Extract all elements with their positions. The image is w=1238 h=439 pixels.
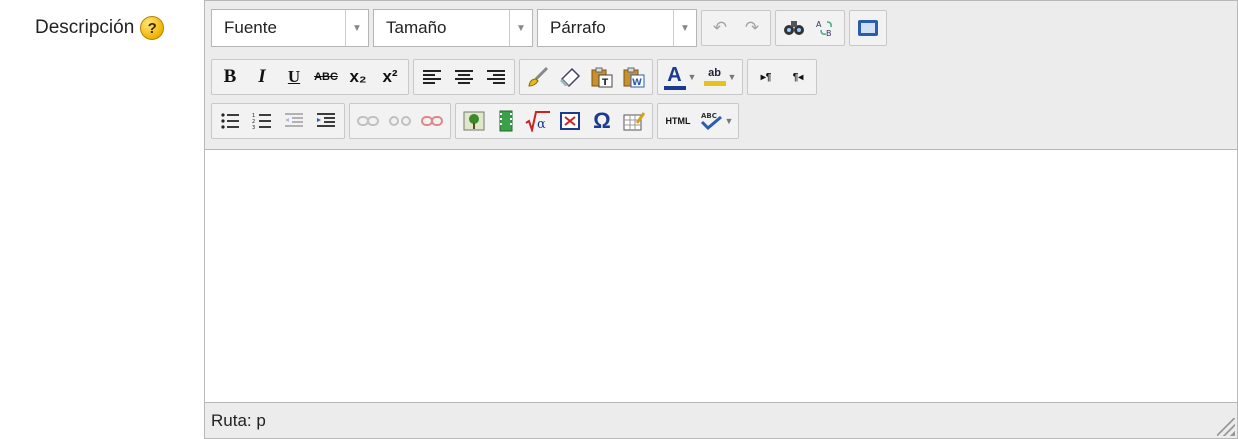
fullscreen-icon[interactable]: [853, 13, 883, 43]
outdent-icon[interactable]: [279, 106, 309, 136]
svg-text:W: W: [632, 78, 642, 88]
align-left-icon[interactable]: [417, 62, 447, 92]
chevron-down-icon[interactable]: ▼: [688, 72, 697, 82]
chevron-down-icon[interactable]: ▼: [725, 116, 734, 126]
svg-text:3: 3: [252, 125, 255, 130]
superscript-button[interactable]: x²: [375, 62, 405, 92]
insert-table-icon[interactable]: [619, 106, 649, 136]
chevron-down-icon: ▼: [345, 10, 368, 46]
insert-media-icon[interactable]: [491, 106, 521, 136]
spellcheck-button[interactable]: ABC ▼: [697, 106, 735, 136]
link-group: [349, 103, 451, 139]
toolbar-row-2: B I U ABC x₂ x² T W A ▼ ab ▼ ▸¶ ¶◂: [211, 59, 817, 95]
unlink-icon[interactable]: [385, 106, 415, 136]
insert-equation-icon[interactable]: α: [523, 106, 553, 136]
highlight-color-button[interactable]: ab ▼: [701, 62, 739, 92]
color-group: A ▼ ab ▼: [657, 59, 743, 95]
font-family-select[interactable]: Fuente ▼: [211, 9, 369, 47]
replace-icon[interactable]: AB: [811, 13, 841, 43]
bold-button[interactable]: B: [215, 62, 245, 92]
redo-icon[interactable]: ↷: [737, 13, 767, 43]
svg-text:α: α: [537, 117, 546, 132]
ltr-direction-icon[interactable]: ▸¶: [751, 62, 781, 92]
search-group: AB: [775, 10, 845, 46]
italic-button[interactable]: I: [247, 62, 277, 92]
special-char-icon[interactable]: Ω: [587, 106, 617, 136]
indent-icon[interactable]: [311, 106, 341, 136]
insert-image-icon[interactable]: [459, 106, 489, 136]
svg-text:B: B: [826, 29, 832, 38]
insert-group: α Ω: [455, 103, 653, 139]
svg-text:A: A: [816, 20, 822, 29]
text-style-group: B I U ABC x₂ x²: [211, 59, 409, 95]
anchor-icon[interactable]: [417, 106, 447, 136]
toolbar-row-3: 123 α Ω HTML ABC ▼: [211, 103, 739, 139]
resize-handle-icon[interactable]: [1217, 418, 1235, 436]
link-icon[interactable]: [353, 106, 383, 136]
history-group: ↶ ↷: [701, 10, 771, 46]
fullscreen-group: [849, 10, 887, 46]
numbered-list-icon[interactable]: 123: [247, 106, 277, 136]
paste-word-icon[interactable]: W: [619, 62, 649, 92]
underline-button[interactable]: U: [279, 62, 309, 92]
field-label: Descripción ?: [35, 16, 165, 40]
bullet-list-icon[interactable]: [215, 106, 245, 136]
direction-group: ▸¶ ¶◂: [747, 59, 817, 95]
align-group: [413, 59, 515, 95]
undo-icon[interactable]: ↶: [705, 13, 735, 43]
editor-toolbar: Fuente ▼ Tamaño ▼ Párrafo ▼ ↶ ↷ AB B I U…: [205, 1, 1237, 150]
clipboard-group: T W: [519, 59, 653, 95]
editor-content-area[interactable]: [205, 150, 1237, 402]
cleanup-brush-icon[interactable]: [523, 62, 553, 92]
chevron-down-icon: ▼: [509, 10, 532, 46]
chevron-down-icon: ▼: [673, 10, 696, 46]
font-size-select[interactable]: Tamaño ▼: [373, 9, 533, 47]
element-path: Ruta: p: [211, 410, 266, 430]
eraser-icon[interactable]: [555, 62, 585, 92]
description-label: Descripción: [35, 17, 135, 38]
align-right-icon[interactable]: [481, 62, 511, 92]
paste-text-icon[interactable]: T: [587, 62, 617, 92]
toolbar-row-1: Fuente ▼ Tamaño ▼ Párrafo ▼ ↶ ↷ AB: [211, 9, 887, 47]
svg-text:T: T: [602, 78, 609, 88]
list-group: 123: [211, 103, 345, 139]
rich-text-editor: Fuente ▼ Tamaño ▼ Párrafo ▼ ↶ ↷ AB B I U…: [204, 0, 1238, 439]
rtl-direction-icon[interactable]: ¶◂: [783, 62, 813, 92]
subscript-button[interactable]: x₂: [343, 62, 373, 92]
find-icon[interactable]: [779, 13, 809, 43]
strikethrough-button[interactable]: ABC: [311, 62, 341, 92]
text-color-button[interactable]: A ▼: [661, 62, 699, 92]
nolink-icon[interactable]: [555, 106, 585, 136]
help-icon[interactable]: ?: [140, 16, 165, 40]
align-center-icon[interactable]: [449, 62, 479, 92]
html-source-button[interactable]: HTML: [661, 106, 695, 136]
svg-text:ABC: ABC: [701, 112, 717, 120]
editor-statusbar: Ruta: p: [205, 402, 1237, 438]
chevron-down-icon[interactable]: ▼: [728, 72, 737, 82]
tools-group: HTML ABC ▼: [657, 103, 739, 139]
paragraph-format-select[interactable]: Párrafo ▼: [537, 9, 697, 47]
